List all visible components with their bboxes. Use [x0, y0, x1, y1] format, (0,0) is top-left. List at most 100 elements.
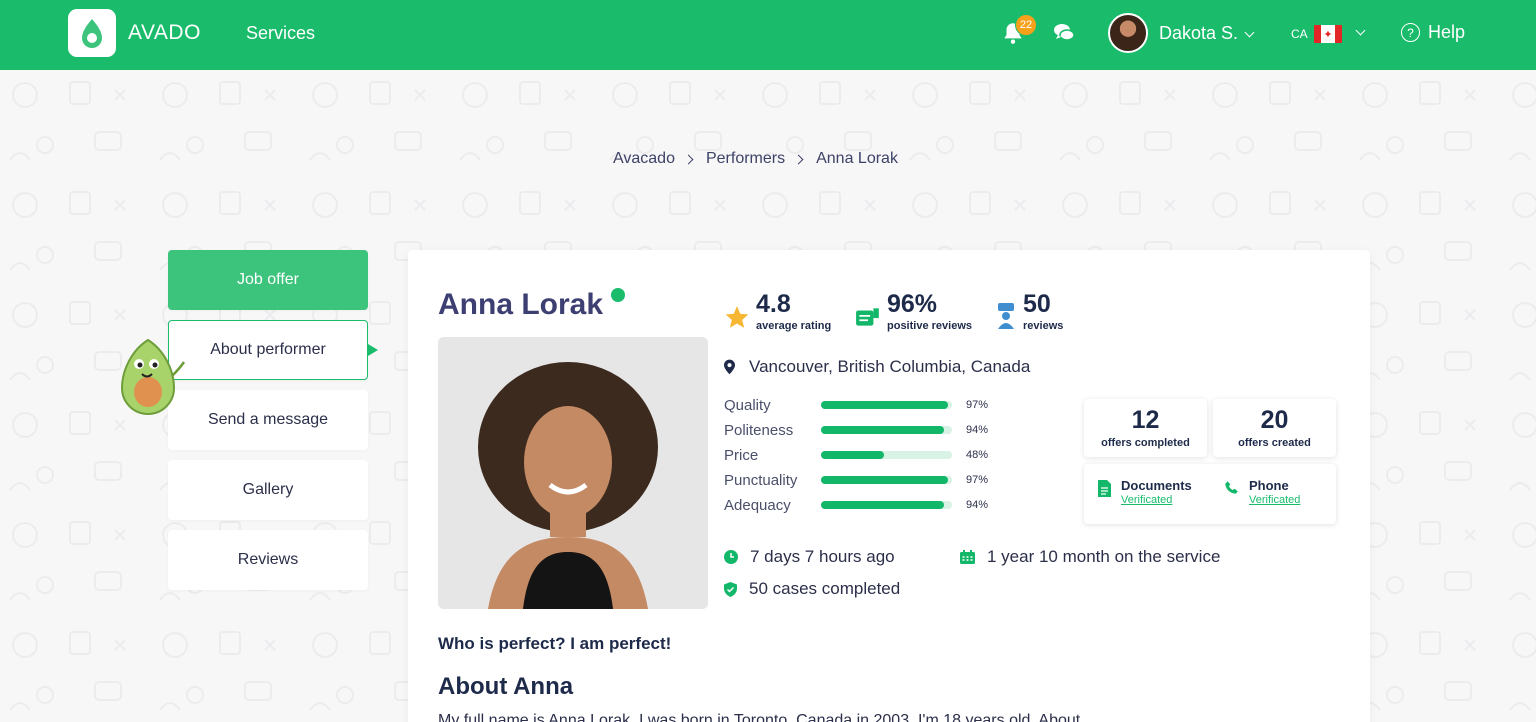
time-on-service: 1 year 10 month on the service — [960, 547, 1220, 567]
chat-icon[interactable] — [1052, 21, 1076, 45]
chevron-down-icon[interactable] — [1355, 25, 1366, 36]
location-text: Vancouver, British Columbia, Canada — [749, 357, 1031, 376]
offers-created-label: offers created — [1238, 437, 1311, 449]
phone-verification: Phone Verificated — [1224, 478, 1300, 506]
chevron-down-icon — [1244, 27, 1255, 38]
performer-photo[interactable] — [438, 337, 708, 609]
user-menu[interactable]: Dakota S. — [1159, 23, 1255, 44]
offers-created-box: 20 offers created — [1213, 399, 1336, 457]
rating-bar-fill — [821, 426, 945, 434]
user-name: Dakota S. — [1159, 23, 1239, 43]
documents-verified-link[interactable]: Verificated — [1121, 494, 1192, 506]
rating-label: Quality — [724, 396, 771, 414]
avocado-logo-icon — [82, 19, 102, 48]
rating-percent: 94% — [966, 499, 989, 511]
phone-label: Phone — [1249, 478, 1289, 493]
rating-bar — [821, 476, 952, 484]
rating-percent: 94% — [966, 424, 989, 436]
rating-row-quality: Quality 97% — [724, 395, 988, 415]
phone-icon — [1225, 481, 1238, 494]
sidebar-item-reviews[interactable]: Reviews — [168, 530, 368, 590]
logo[interactable] — [68, 9, 116, 57]
reviews-count-stat: 50 reviews — [995, 291, 1063, 332]
shield-icon — [724, 581, 737, 597]
about-section-title: About Anna — [438, 673, 574, 700]
rating-row-punctuality: Punctuality 97% — [724, 470, 988, 490]
performer-photo-image — [438, 337, 708, 609]
job-offer-button[interactable]: Job offer — [168, 250, 368, 310]
cases-completed-text: 50 cases completed — [749, 579, 901, 598]
notification-count-badge: 22 — [1015, 14, 1037, 36]
brand-name[interactable]: AVADO — [128, 21, 201, 45]
documents-verification: Documents Verificated — [1098, 478, 1192, 506]
reviews-count-label: reviews — [1023, 320, 1064, 332]
rating-label: Price — [724, 446, 759, 464]
performer-tagline: Who is perfect? I am perfect! — [438, 634, 672, 653]
help-icon: ? — [1401, 23, 1420, 42]
user-avatar[interactable] — [1108, 13, 1148, 53]
average-rating-stat: 4.8 average rating — [724, 291, 831, 332]
cases-completed: 50 cases completed — [724, 579, 900, 599]
thumbs-up-icon — [856, 308, 879, 326]
reviewer-icon — [998, 303, 1014, 329]
offers-completed-label: offers completed — [1101, 437, 1190, 449]
last-seen: 7 days 7 hours ago — [724, 547, 895, 567]
sidebar-item-send-message[interactable]: Send a message — [168, 390, 368, 450]
rating-bar-fill — [821, 501, 945, 509]
breadcrumb-item-performers[interactable]: Performers — [706, 150, 785, 168]
help-label: Help — [1428, 22, 1466, 42]
rating-bar-fill — [821, 451, 884, 459]
sidebar-item-about-performer[interactable]: About performer — [168, 320, 368, 380]
last-seen-text: 7 days 7 hours ago — [750, 547, 895, 566]
about-section-text: My full name is Anna Lorak. I was born i… — [438, 712, 1081, 722]
rating-row-politeness: Politeness 94% — [724, 420, 988, 440]
active-indicator-arrow — [368, 344, 378, 356]
rating-bar — [821, 426, 952, 434]
rating-label: Adequacy — [724, 496, 791, 514]
rating-label: Punctuality — [724, 471, 798, 489]
rating-row-adequacy: Adequacy 94% — [724, 495, 988, 515]
breadcrumb: Avacado Performers Anna Lorak — [613, 150, 898, 168]
rating-percent: 97% — [966, 474, 989, 486]
documents-label: Documents — [1121, 478, 1192, 493]
help-link[interactable]: ? Help — [1401, 22, 1465, 43]
document-icon — [1098, 480, 1111, 497]
rating-bar-fill — [821, 476, 949, 484]
rating-bar — [821, 501, 952, 509]
positive-reviews-stat: 96% positive reviews — [855, 291, 972, 332]
rating-row-price: Price 48% — [724, 445, 988, 465]
rating-label: Politeness — [724, 421, 794, 439]
star-icon — [725, 306, 749, 328]
rating-bar-fill — [821, 401, 949, 409]
chevron-right-icon — [793, 154, 804, 164]
offers-completed-value: 12 — [1131, 406, 1160, 434]
rating-bar — [821, 451, 952, 459]
offers-created-value: 20 — [1260, 406, 1289, 434]
positive-reviews-label: positive reviews — [887, 320, 972, 332]
sidebar-item-gallery[interactable]: Gallery — [168, 460, 368, 520]
phone-verified-link[interactable]: Verificated — [1249, 494, 1300, 506]
reviews-count-value: 50 — [1023, 290, 1051, 318]
performer-name: Anna Lorak — [438, 288, 604, 321]
breadcrumb-item-home[interactable]: Avacado — [613, 150, 675, 168]
avocado-mascot-icon — [120, 338, 186, 415]
breadcrumb-item-current: Anna Lorak — [816, 150, 898, 167]
top-navbar: AVADO Services 22 Dakota S. CA ✦ ? Help — [0, 0, 1536, 70]
language-code[interactable]: CA — [1291, 27, 1308, 41]
location: Vancouver, British Columbia, Canada — [724, 357, 1030, 377]
time-on-service-text: 1 year 10 month on the service — [987, 547, 1221, 566]
positive-reviews-value: 96% — [887, 290, 938, 318]
calendar-icon — [960, 550, 975, 564]
online-status-indicator — [611, 288, 625, 302]
chevron-right-icon — [683, 154, 694, 164]
clock-icon — [724, 550, 738, 564]
nav-services-link[interactable]: Services — [246, 23, 315, 44]
rating-value: 4.8 — [756, 290, 791, 318]
offers-completed-box: 12 offers completed — [1084, 399, 1207, 457]
verification-box: Documents Verificated Phone Verificated — [1084, 464, 1336, 524]
canada-flag-icon[interactable]: ✦ — [1314, 25, 1342, 43]
rating-label: average rating — [756, 320, 832, 332]
rating-bar — [821, 401, 952, 409]
rating-percent: 97% — [966, 399, 989, 411]
rating-percent: 48% — [966, 449, 989, 461]
